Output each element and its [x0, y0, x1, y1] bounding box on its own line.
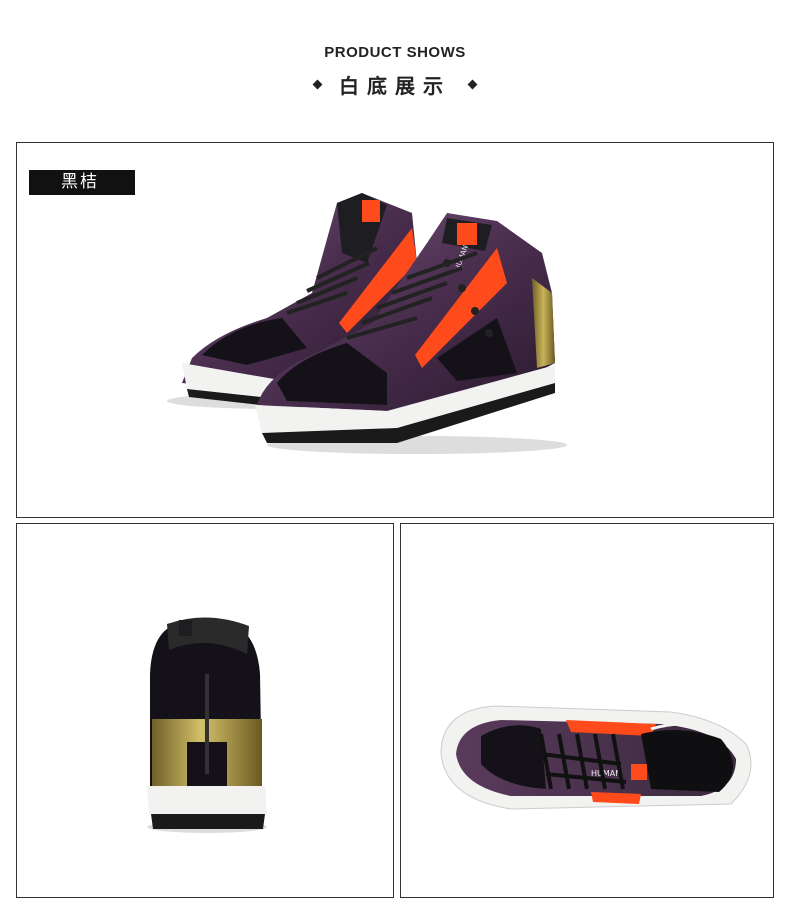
diamond-right-icon — [467, 79, 478, 90]
section-title-cn-row: 白底展示 — [0, 70, 790, 99]
sneaker-pair-image: HUMAN — [167, 193, 567, 454]
section-title-cn: 白底展示 — [339, 74, 451, 98]
section-title-en: PRODUCT SHOWS — [324, 44, 466, 61]
sneaker-top-image: HUMAN — [440, 705, 752, 810]
sneaker-back-image — [147, 617, 267, 833]
diamond-left-icon — [312, 79, 323, 90]
product-image-back-view — [16, 523, 394, 898]
product-image-top-view: HUMAN — [400, 523, 774, 898]
tongue-brand-text-top: HUMAN — [591, 769, 621, 778]
product-image-pair: 黑桔 HUMAN — [16, 142, 774, 518]
